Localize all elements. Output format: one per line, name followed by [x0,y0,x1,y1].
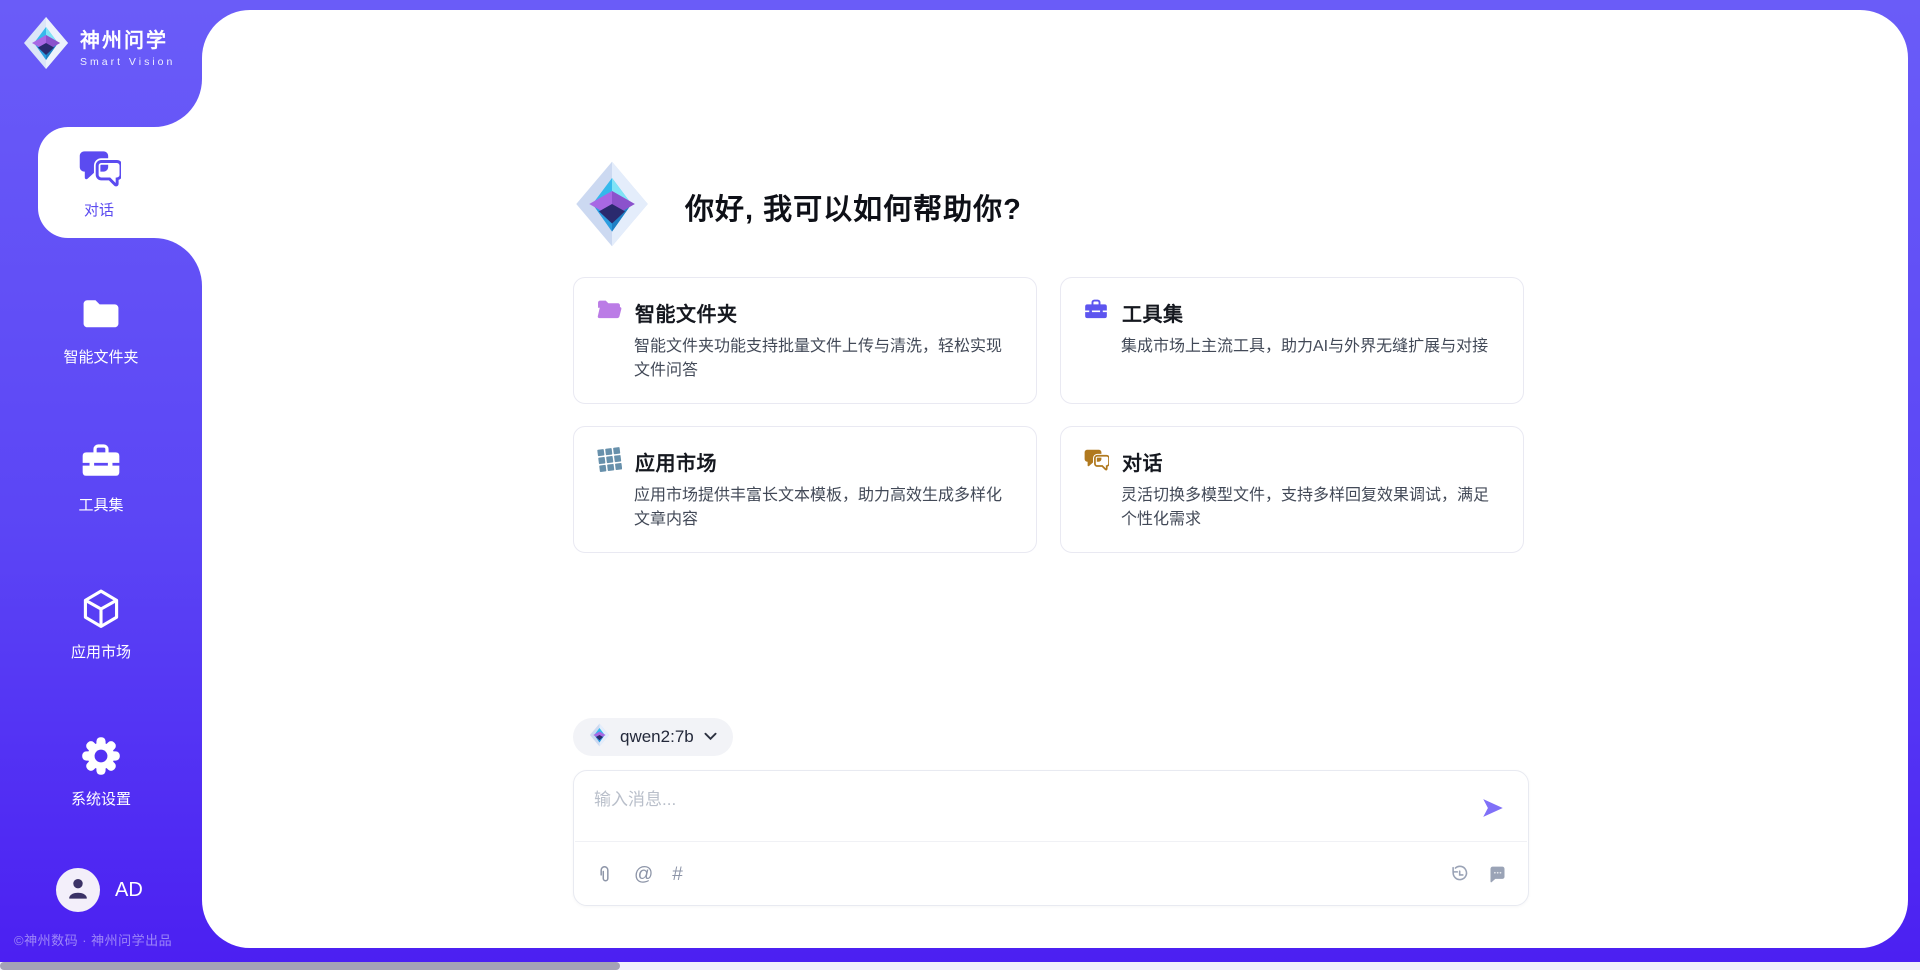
sidebar-item-label: 应用市场 [71,641,131,662]
folder-open-icon [596,297,622,328]
sidebar-item-smart-folder[interactable]: 智能文件夹 [0,292,202,367]
card-description: 应用市场提供丰富长文本模板，助力高效生成多样化文章内容 [634,484,1014,533]
attachment-icon[interactable] [594,864,615,885]
folder-icon [79,292,123,341]
sidebar-item-settings[interactable]: 系统设置 [0,734,202,809]
card-smart-folder[interactable]: 智能文件夹 智能文件夹功能支持批量文件上传与清洗，轻松实现文件问答 [573,277,1037,404]
card-app-market[interactable]: 应用市场 应用市场提供丰富长文本模板，助力高效生成多样化文章内容 [573,426,1037,553]
send-icon[interactable] [1480,795,1506,826]
card-title: 智能文件夹 [635,298,738,327]
sidebar: 神州问学 Smart Vision 对话 智能文件夹 [0,0,202,970]
card-description: 智能文件夹功能支持批量文件上传与清洗，轻松实现文件问答 [634,335,1014,384]
mention-icon[interactable]: @ [634,865,653,884]
feedback-icon[interactable] [1487,864,1508,885]
greeting-diamond-logo-icon [573,160,651,253]
sidebar-item-label: 对话 [84,199,114,220]
chat-bubbles-icon [1083,446,1109,477]
sidebar-item-toolset[interactable]: 工具集 [0,440,202,515]
briefcase-icon [1083,297,1109,328]
card-title: 应用市场 [635,447,717,476]
person-icon [63,873,93,908]
card-title: 对话 [1122,447,1163,476]
sidebar-item-label: 系统设置 [71,788,131,809]
main-panel: 你好, 我可以如何帮助你? 智能文件夹 智能文件夹功能支持批量文件上传与清洗，轻… [202,10,1908,948]
hashtag-icon[interactable]: # [672,865,683,884]
greeting-text: 你好, 我可以如何帮助你? [685,186,1022,228]
feature-cards: 智能文件夹 智能文件夹功能支持批量文件上传与清洗，轻松实现文件问答 工具集 集成… [573,277,1524,553]
brand-subtitle: Smart Vision [80,56,175,68]
sidebar-item-label: 工具集 [78,494,123,515]
copyright-text: ©神州数码 · 神州问学出品 [14,930,204,949]
user-profile[interactable]: AD [56,868,143,912]
card-description: 集成市场上主流工具，助力AI与外界无缝扩展与对接 [1121,335,1501,359]
avatar[interactable] [56,868,100,912]
user-initials: AD [115,879,143,902]
cube-icon [79,587,123,636]
card-title: 工具集 [1122,298,1184,327]
gear-icon [79,734,123,783]
chat-bubbles-icon [77,145,121,194]
model-diamond-logo-icon [589,723,610,752]
message-composer: @ # [573,770,1529,906]
sidebar-item-app-market[interactable]: 应用市场 [0,587,202,662]
horizontal-scrollbar [0,962,1920,970]
greeting: 你好, 我可以如何帮助你? [573,160,1022,253]
card-description: 灵活切换多模型文件，支持多样回复效果调试，满足个性化需求 [1121,484,1501,533]
sidebar-item-chat[interactable]: 对话 [38,127,202,238]
model-selector[interactable]: qwen2:7b [573,718,733,756]
brand: 神州问学 Smart Vision [22,16,175,75]
model-name: qwen2:7b [620,727,694,747]
grid-icon [596,446,622,477]
card-chat[interactable]: 对话 灵活切换多模型文件，支持多样回复效果调试，满足个性化需求 [1060,426,1524,553]
history-icon[interactable] [1449,864,1470,885]
sidebar-item-label: 智能文件夹 [63,346,138,367]
message-input[interactable] [594,785,1454,845]
chevron-down-icon [704,728,717,746]
card-toolset[interactable]: 工具集 集成市场上主流工具，助力AI与外界无缝扩展与对接 [1060,277,1524,404]
scrollbar-thumb[interactable] [0,962,620,970]
brand-name: 神州问学 [80,24,175,53]
briefcase-icon [79,440,123,489]
brand-diamond-logo-icon [22,16,70,75]
